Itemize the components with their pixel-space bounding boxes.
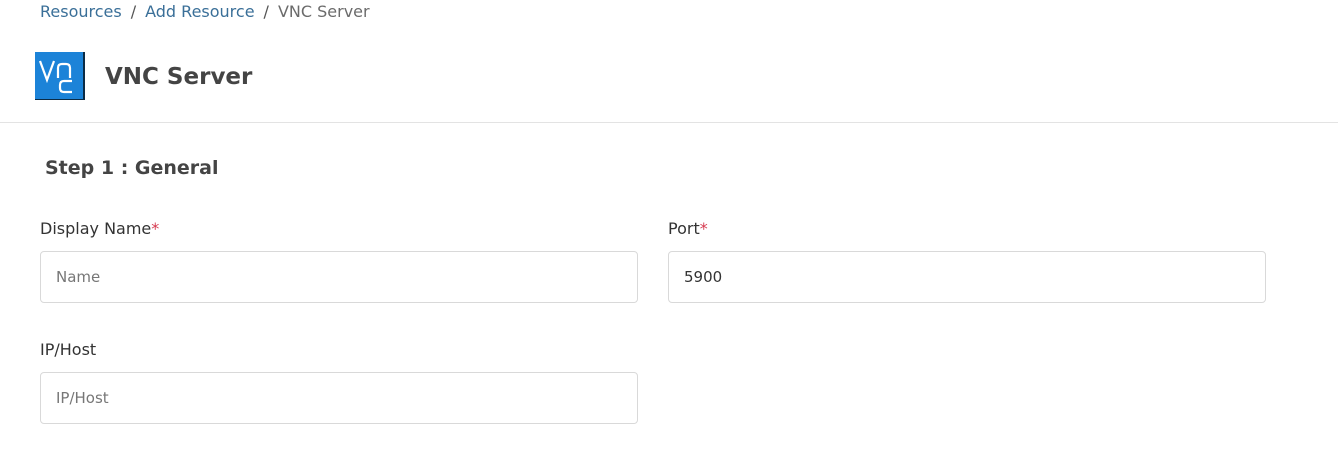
- breadcrumb-link-add-resource[interactable]: Add Resource: [145, 2, 254, 21]
- vnc-logo-icon: [35, 52, 85, 100]
- required-mark: *: [699, 219, 708, 238]
- ip-host-input[interactable]: [40, 372, 638, 424]
- breadcrumb-link-resources[interactable]: Resources: [40, 2, 122, 21]
- required-mark: *: [151, 219, 160, 238]
- breadcrumb-separator: /: [263, 1, 269, 21]
- breadcrumb-separator: /: [130, 1, 137, 21]
- vnc-logo-glyph: [38, 60, 72, 94]
- port-input[interactable]: [668, 251, 1266, 303]
- ip-host-label: IP/Host: [40, 340, 97, 359]
- page-title: VNC Server: [105, 64, 253, 90]
- display-name-label-text: Display Name: [40, 219, 152, 238]
- breadcrumb-current: VNC Server: [277, 1, 370, 21]
- page: Resources / Add Resource / VNC Server VN…: [0, 0, 1338, 450]
- display-name-label: Display Name*: [40, 218, 159, 240]
- port-label: Port*: [668, 218, 708, 240]
- page-header: VNC Server: [0, 44, 1338, 123]
- display-name-input[interactable]: [40, 251, 638, 303]
- breadcrumb: Resources / Add Resource / VNC Server: [40, 0, 370, 22]
- step-title: Step 1 : General: [45, 157, 219, 179]
- port-label-text: Port: [668, 219, 700, 238]
